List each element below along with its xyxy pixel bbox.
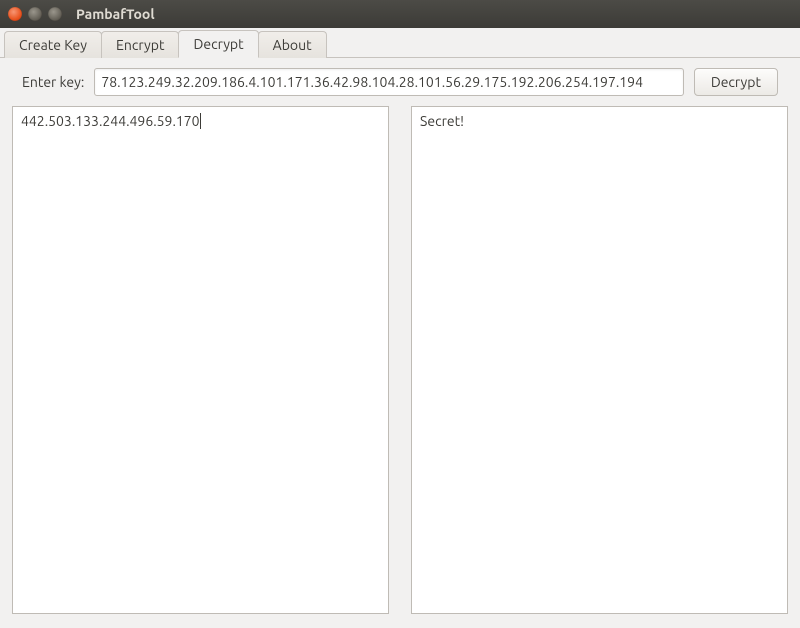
text-panes: 442.503.133.244.496.59.170 Secret! xyxy=(10,106,790,618)
ciphertext-textarea[interactable]: 442.503.133.244.496.59.170 xyxy=(12,106,389,614)
key-label: Enter key: xyxy=(22,74,84,90)
ciphertext-value: 442.503.133.244.496.59.170 xyxy=(21,113,200,129)
tab-decrypt[interactable]: Decrypt xyxy=(178,30,258,58)
tab-encrypt[interactable]: Encrypt xyxy=(101,31,179,58)
tab-content-decrypt: Enter key: Decrypt 442.503.133.244.496.5… xyxy=(0,58,800,628)
key-input[interactable] xyxy=(94,68,683,96)
window-controls xyxy=(8,7,62,21)
key-row: Enter key: Decrypt xyxy=(10,68,790,96)
window-title: PambafTool xyxy=(76,6,155,22)
text-caret-icon xyxy=(200,113,201,129)
ciphertext-pane: 442.503.133.244.496.59.170 xyxy=(12,106,389,614)
close-icon[interactable] xyxy=(8,7,22,21)
decrypt-button[interactable]: Decrypt xyxy=(694,68,778,96)
titlebar: PambafTool xyxy=(0,0,800,28)
tab-about[interactable]: About xyxy=(258,31,327,58)
tab-bar: Create Key Encrypt Decrypt About xyxy=(0,28,800,58)
plaintext-value: Secret! xyxy=(420,113,464,129)
maximize-icon[interactable] xyxy=(48,7,62,21)
minimize-icon[interactable] xyxy=(28,7,42,21)
plaintext-textarea[interactable]: Secret! xyxy=(411,106,788,614)
plaintext-pane: Secret! xyxy=(411,106,788,614)
tab-create-key[interactable]: Create Key xyxy=(4,31,102,58)
app-window: PambafTool Create Key Encrypt Decrypt Ab… xyxy=(0,0,800,628)
